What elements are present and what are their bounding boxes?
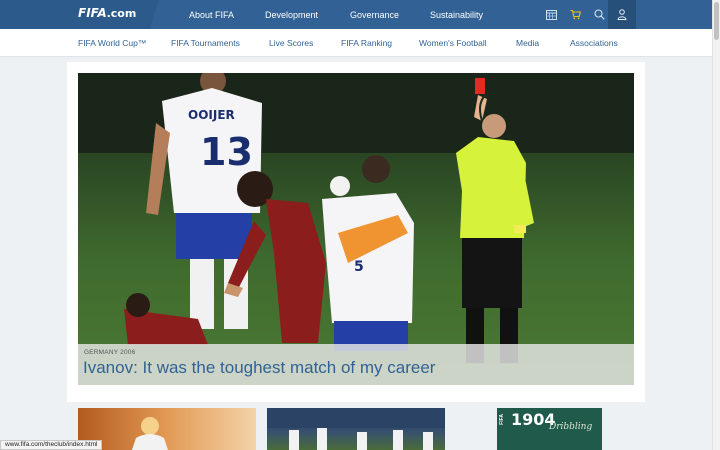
subnav-ranking[interactable]: FIFA Ranking bbox=[341, 38, 392, 48]
red-card bbox=[475, 78, 485, 94]
cart-icon[interactable] bbox=[563, 0, 587, 29]
jersey-name: OOIJER bbox=[188, 108, 235, 122]
jersey-number: 13 bbox=[200, 130, 253, 174]
hero-kicker: GERMANY 2006 bbox=[84, 349, 136, 356]
logo-domain: .com bbox=[106, 7, 137, 20]
nav-development[interactable]: Development bbox=[265, 10, 318, 20]
subnav-live-scores[interactable]: Live Scores bbox=[269, 38, 313, 48]
logo-text: FIFA bbox=[78, 6, 107, 20]
vertical-scrollbar[interactable] bbox=[712, 0, 720, 450]
thumbnail-1-image bbox=[132, 417, 168, 450]
thumbnail-2-image bbox=[267, 408, 445, 450]
top-navigation-bar: FIFA.com About FIFA Development Governan… bbox=[0, 0, 712, 29]
subnav-tournaments[interactable]: FIFA Tournaments bbox=[171, 38, 240, 48]
subnav-world-cup[interactable]: FIFA World Cup™ bbox=[78, 38, 146, 48]
thumbnail-3-logo: FIFA bbox=[499, 414, 505, 425]
calendar-icon[interactable] bbox=[539, 0, 563, 29]
story-thumbnail-1[interactable] bbox=[78, 408, 256, 450]
subnav-media[interactable]: Media bbox=[516, 38, 539, 48]
hero-image: OOIJER 13 5 bbox=[78, 73, 634, 363]
hero-caption: GERMANY 2006 Ivanov: It was the toughest… bbox=[78, 344, 634, 385]
svg-text:5: 5 bbox=[354, 259, 364, 275]
subnav-associations[interactable]: Associations bbox=[570, 38, 618, 48]
story-thumbnail-3[interactable]: FIFA 1904 Dribbling bbox=[497, 408, 602, 450]
nav-about-fifa[interactable]: About FIFA bbox=[189, 10, 234, 20]
subnav-womens-football[interactable]: Women's Football bbox=[419, 38, 487, 48]
nav-governance[interactable]: Governance bbox=[350, 10, 399, 20]
user-icon[interactable] bbox=[608, 0, 636, 29]
fifa-logo[interactable]: FIFA.com bbox=[78, 6, 136, 20]
nav-sustainability[interactable]: Sustainability bbox=[430, 10, 483, 20]
status-bar-url: www.fifa.com/theclub/index.html bbox=[0, 440, 103, 450]
secondary-nav: FIFA World Cup™ FIFA Tournaments Live Sc… bbox=[0, 29, 712, 57]
story-thumbnail-2[interactable] bbox=[267, 408, 445, 450]
hero-headline[interactable]: Ivanov: It was the toughest match of my … bbox=[83, 358, 435, 378]
hero-story[interactable]: OOIJER 13 5 GERMANY 2006 Ivanov: It was … bbox=[78, 73, 634, 385]
scrollbar-thumb[interactable] bbox=[714, 2, 719, 40]
thumbnail-3-script: Dribbling bbox=[549, 422, 593, 432]
